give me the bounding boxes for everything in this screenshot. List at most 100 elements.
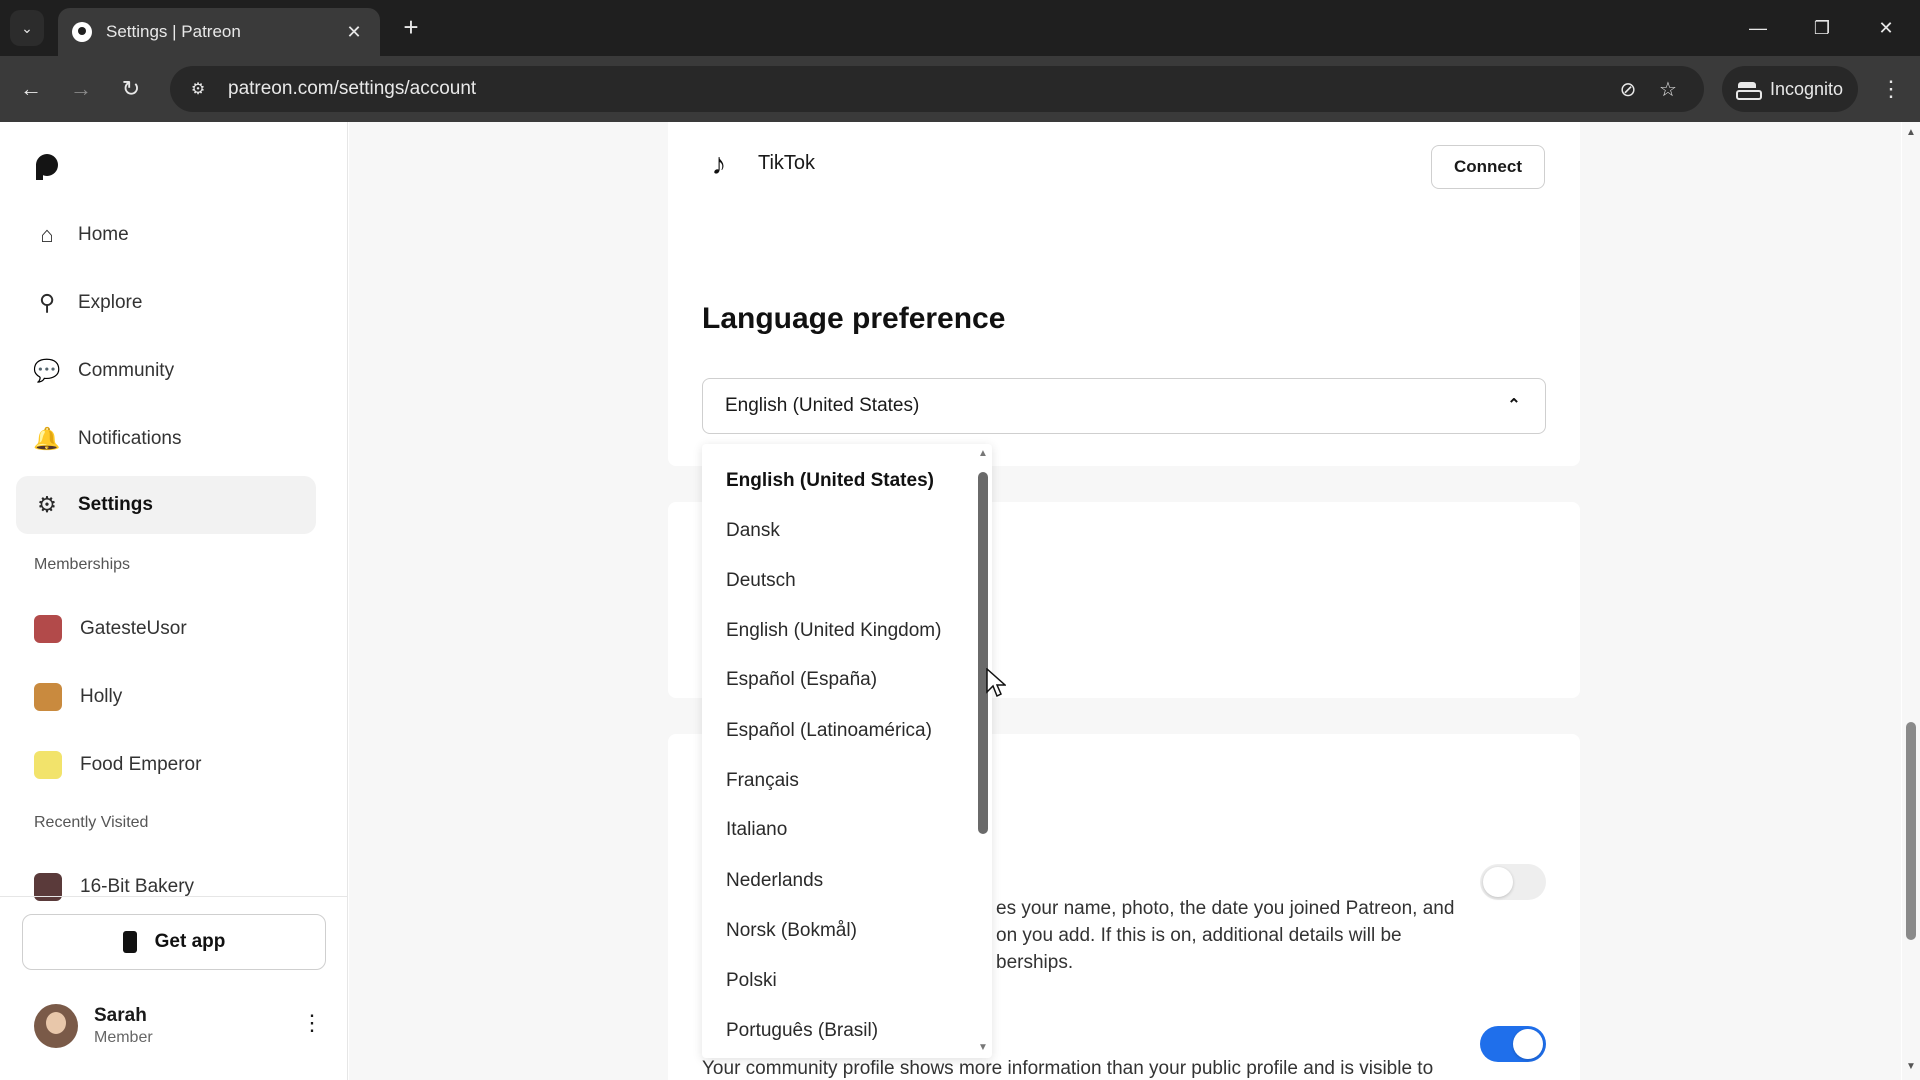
incognito-indicator[interactable]: Incognito [1722,66,1858,112]
page-scrollbar[interactable]: ▲ ▼ [1902,122,1920,1080]
public-profile-toggle[interactable] [1480,864,1546,900]
membership-label: GatesteUsor [80,618,187,639]
tab-title: Settings | Patreon [106,22,241,41]
creator-avatar [34,615,62,643]
sidebar-item-label: Settings [78,494,153,515]
sidebar-item-home[interactable]: ⌂ Home [16,206,316,264]
language-option[interactable]: English (United States) [726,470,934,492]
browser-menu-button[interactable]: ⋮ [1876,72,1906,106]
language-option[interactable]: Español (Latinoamérica) [726,720,932,742]
scroll-down-arrow-icon[interactable]: ▼ [978,1043,988,1053]
tiktok-icon: ♪ [711,148,727,181]
connect-tiktok-button[interactable]: Connect [1431,145,1545,189]
sidebar-item-label: Home [78,224,129,245]
language-select[interactable]: English (United States) ⌃ [702,378,1546,434]
sidebar-item-settings[interactable]: ⚙ Settings [16,476,316,534]
language-option[interactable]: Nederlands [726,870,823,892]
url-text[interactable]: patreon.com/settings/account [228,78,1608,100]
language-option[interactable]: Polski [726,970,777,992]
language-option[interactable]: Dansk [726,520,780,542]
language-option[interactable]: English (United Kingdom) [726,620,941,642]
address-bar[interactable]: ⚙ patreon.com/settings/account ⊘ ☆ [170,66,1704,112]
language-option[interactable]: Deutsch [726,570,796,592]
incognito-icon [1736,82,1762,100]
browser-tab[interactable]: Settings | Patreon ✕ [58,8,380,56]
memberships-heading: Memberships [34,556,131,573]
chat-icon: 💬 [33,358,61,383]
avatar [34,1004,78,1048]
language-dropdown-list: English (United States) Dansk Deutsch En… [702,444,992,1058]
dropdown-scrollbar[interactable]: ▲ ▼ [974,444,992,1058]
minimize-button[interactable]: — [1738,12,1778,44]
membership-item[interactable]: Food Emperor [16,736,316,794]
membership-label: Food Emperor [80,754,202,775]
scrollbar-thumb[interactable] [1906,722,1916,940]
reload-button[interactable]: ↻ [114,72,148,106]
back-button[interactable]: ← [14,72,48,106]
scroll-up-arrow-icon[interactable]: ▲ [1905,128,1917,138]
bookmark-star-icon[interactable]: ☆ [1648,77,1688,102]
gear-icon: ⚙ [37,492,57,517]
restore-button[interactable]: ❐ [1802,12,1842,44]
new-tab-button[interactable]: + [396,12,426,42]
tab-search-button[interactable]: ⌄ [10,10,44,46]
public-profile-description: es your name, photo, the date you joined… [996,898,1455,919]
chevron-up-icon: ⌃ [1507,397,1521,414]
close-window-button[interactable]: ✕ [1866,12,1906,44]
language-option[interactable]: Italiano [726,819,787,841]
search-icon: ⚲ [38,290,56,315]
user-role: Member [94,1029,153,1046]
community-profile-description: Your community profile shows more inform… [702,1058,1434,1079]
language-heading: Language preference [702,302,1006,335]
language-option[interactable]: Português (Brasil) [726,1020,878,1042]
scroll-down-arrow-icon[interactable]: ▼ [1905,1062,1917,1072]
public-profile-description: berships. [996,952,1074,973]
close-tab-icon[interactable]: ✕ [342,22,366,43]
toggle-knob [1483,867,1513,897]
get-app-button[interactable]: Get app [22,914,326,970]
mouse-cursor-icon [986,668,1006,698]
toggle-knob [1513,1029,1543,1059]
sidebar-item-notifications[interactable]: 🔔 Notifications [16,410,316,468]
language-select-value: English (United States) [725,395,920,416]
sidebar: ⌂ Home ⚲ Explore 💬 Community 🔔 Notificat… [0,122,348,1080]
sidebar-item-label: Community [78,360,175,381]
phone-icon [122,931,137,953]
membership-label: Holly [80,686,123,707]
language-option[interactable]: Français [726,770,799,792]
public-profile-description: on you add. If this is on, additional de… [996,925,1402,946]
sidebar-item-label: Notifications [78,428,182,449]
language-option[interactable]: Español (España) [726,669,877,691]
scroll-up-arrow-icon[interactable]: ▲ [978,449,988,459]
browser-tab-bar: ⌄ Settings | Patreon ✕ + — ❐ ✕ [0,0,1920,56]
get-app-label: Get app [154,931,226,952]
language-option[interactable]: Norsk (Bokmål) [726,920,857,942]
incognito-label: Incognito [1770,78,1844,99]
bell-icon: 🔔 [33,426,61,451]
recent-item[interactable]: 16-Bit Bakery [16,858,316,916]
patreon-logo-icon[interactable] [36,154,60,180]
eye-slash-icon[interactable]: ⊘ [1608,77,1648,102]
browser-toolbar: ← → ↻ ⚙ patreon.com/settings/account ⊘ ☆… [0,56,1920,122]
recent-label: 16-Bit Bakery [80,876,195,897]
language-card [668,270,1580,466]
user-account-row[interactable]: Sarah Member ⋮ [34,998,324,1054]
community-profile-toggle[interactable] [1480,1026,1546,1062]
kebab-menu-icon[interactable]: ⋮ [300,1010,324,1042]
creator-avatar [34,751,62,779]
sidebar-item-label: Explore [78,292,143,313]
forward-button[interactable]: → [64,72,98,106]
sidebar-divider [0,896,348,897]
tiktok-label: TikTok [758,152,816,174]
patreon-favicon-icon [72,22,92,42]
creator-avatar [34,683,62,711]
sidebar-item-community[interactable]: 💬 Community [16,342,316,400]
membership-item[interactable]: GatesteUsor [16,600,316,658]
site-info-icon[interactable]: ⚙ [186,77,210,101]
sidebar-item-explore[interactable]: ⚲ Explore [16,274,316,332]
user-name: Sarah [94,1005,147,1026]
scrollbar-thumb[interactable] [978,472,988,834]
home-icon: ⌂ [40,222,54,247]
membership-item[interactable]: Holly [16,668,316,726]
recently-visited-heading: Recently Visited [34,814,149,831]
